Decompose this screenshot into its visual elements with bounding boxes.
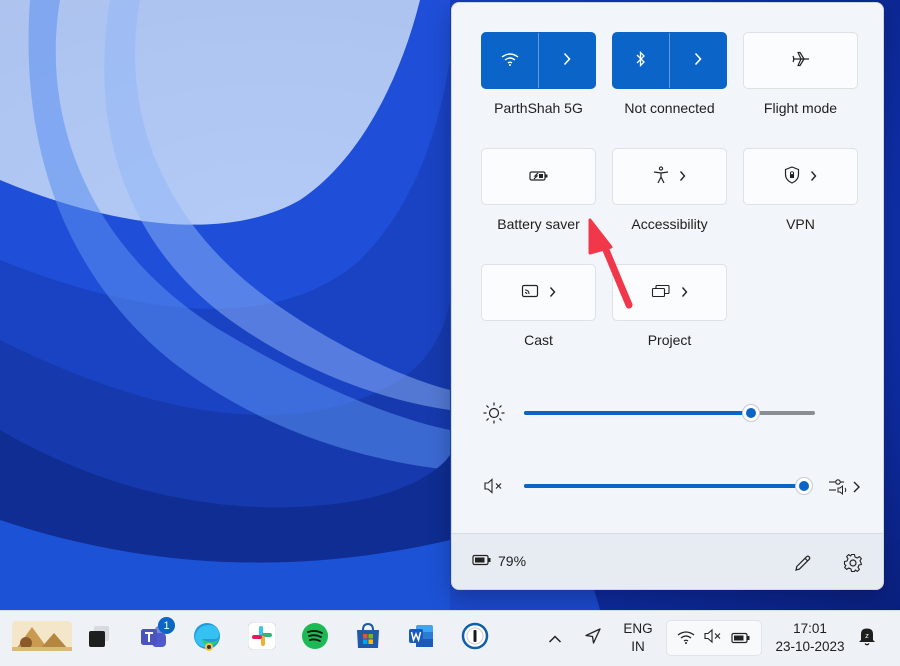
chevron-right-icon	[549, 283, 556, 302]
battery-percentage: 79%	[498, 553, 527, 569]
notifications-button[interactable]: z	[855, 623, 879, 653]
volume-mute-icon[interactable]	[482, 477, 506, 499]
slack-icon	[247, 621, 277, 654]
microsoft-store-icon	[354, 622, 382, 654]
vpn-button[interactable]	[743, 148, 858, 205]
location-button[interactable]	[578, 623, 608, 653]
brightness-slider-thumb[interactable]	[742, 404, 760, 422]
taskbar: 1 ENG IN 17:01 23-10-2023 z	[0, 610, 900, 666]
accessibility-tile-label: Accessibility	[631, 216, 708, 232]
bluetooth-tile-label: Not connected	[624, 100, 715, 116]
chevron-right-icon	[679, 167, 686, 186]
clock-time: 17:01	[793, 621, 827, 636]
flight-mode-toggle[interactable]	[743, 32, 858, 89]
network-volume-battery-tray[interactable]	[666, 620, 762, 656]
cast-tile-label: Cast	[524, 332, 553, 348]
word-icon	[407, 622, 435, 654]
cast-button[interactable]	[481, 264, 596, 321]
vpn-shield-icon	[784, 165, 800, 188]
bluetooth-toggle[interactable]	[612, 32, 727, 89]
notification-bell-icon: z	[857, 625, 877, 651]
chevron-right-icon	[810, 167, 817, 186]
accessibility-button[interactable]	[612, 148, 727, 205]
task-view-button[interactable]	[84, 623, 114, 653]
widgets-weather-button[interactable]	[10, 621, 74, 655]
volume-slider-fill	[524, 484, 804, 488]
1password-button[interactable]	[460, 622, 490, 654]
location-arrow-icon	[584, 627, 602, 649]
spotify-button[interactable]	[300, 623, 330, 653]
clock-date: 23-10-2023	[775, 639, 845, 654]
bluetooth-tile: Not connected	[612, 32, 727, 116]
input-language-button[interactable]: ENG IN	[616, 620, 660, 656]
quick-settings-panel: ParthShah 5G Not connected Flight mode B…	[451, 2, 884, 590]
volume-slider-row	[482, 474, 862, 498]
teams-notification-badge: 1	[158, 617, 175, 634]
project-tile: Project	[612, 264, 727, 348]
wifi-toggle-button[interactable]	[482, 33, 538, 88]
brightness-slider-fill	[524, 411, 751, 415]
flight-mode-tile-label: Flight mode	[763, 100, 838, 116]
battery-status-button[interactable]: 79%	[472, 553, 526, 569]
edge-browser-icon	[192, 621, 222, 655]
project-button[interactable]	[612, 264, 727, 321]
wifi-expand-button[interactable]	[538, 33, 595, 88]
cast-tile: Cast	[481, 264, 596, 348]
accessibility-icon	[653, 165, 669, 188]
vpn-tile-label: VPN	[786, 216, 815, 232]
project-tile-label: Project	[647, 332, 692, 348]
wifi-toggle[interactable]	[481, 32, 596, 89]
wifi-icon	[501, 51, 519, 70]
wifi-tile-label: ParthShah 5G	[494, 100, 583, 116]
spotify-icon	[301, 622, 329, 654]
cast-icon	[521, 283, 539, 302]
airplane-icon	[791, 51, 810, 71]
language-code: ENG	[623, 621, 653, 636]
battery-saver-icon	[528, 167, 549, 186]
battery-icon	[731, 629, 751, 648]
teams-button[interactable]: 1	[139, 617, 175, 653]
chevron-up-icon	[548, 629, 562, 648]
chevron-right-icon	[694, 51, 702, 70]
battery-saver-tile: Battery saver	[481, 148, 596, 232]
audio-output-select-icon[interactable]	[828, 476, 862, 500]
battery-saver-toggle[interactable]	[481, 148, 596, 205]
svg-text:z: z	[865, 632, 869, 640]
chevron-right-icon	[681, 283, 688, 302]
bluetooth-toggle-button[interactable]	[613, 33, 669, 88]
volume-mute-icon	[703, 628, 723, 648]
wifi-icon	[677, 629, 695, 648]
volume-slider-thumb[interactable]	[795, 477, 813, 495]
settings-gear-icon[interactable]	[843, 553, 863, 577]
task-view-icon	[86, 623, 112, 653]
battery-saver-tile-label: Battery saver	[497, 216, 580, 232]
slack-button[interactable]	[247, 621, 277, 654]
clock-button[interactable]: 17:01 23-10-2023	[766, 620, 854, 656]
brightness-icon	[482, 401, 506, 429]
show-hidden-icons-button[interactable]	[540, 623, 570, 653]
pyramids-widget-icon	[12, 621, 72, 655]
flight-mode-tile: Flight mode	[743, 32, 858, 116]
1password-icon	[461, 622, 489, 654]
edge-button[interactable]	[192, 623, 222, 653]
brightness-slider-row	[482, 401, 862, 425]
edit-pencil-icon[interactable]	[794, 554, 812, 576]
project-icon	[651, 283, 671, 302]
word-button[interactable]	[406, 623, 436, 653]
accessibility-tile: Accessibility	[612, 148, 727, 232]
bluetooth-expand-button[interactable]	[669, 33, 726, 88]
bluetooth-icon	[636, 50, 646, 71]
chevron-right-icon	[563, 51, 571, 70]
wifi-tile: ParthShah 5G	[481, 32, 596, 116]
microsoft-store-button[interactable]	[353, 622, 383, 654]
region-code: IN	[631, 639, 645, 654]
battery-icon	[472, 553, 492, 569]
vpn-tile: VPN	[743, 148, 858, 232]
